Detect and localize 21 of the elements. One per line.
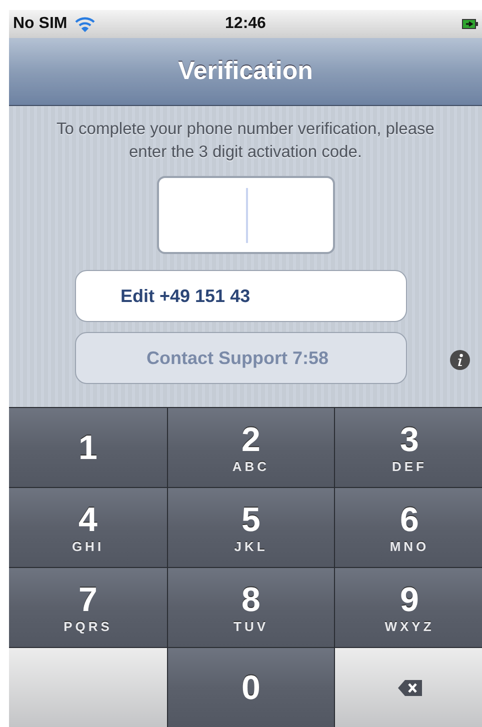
keypad-key[interactable]: 4 GHI <box>9 488 167 567</box>
keypad-key[interactable]: 9 WXYZ <box>335 568 482 647</box>
wifi-icon <box>75 16 96 32</box>
screen-title: Verification <box>178 57 313 86</box>
keypad-key[interactable]: 6 MNO <box>335 488 482 567</box>
clock-time: 12:46 <box>224 15 267 33</box>
instruction-text: To complete your phone number verification, please enter the 3 digit activation code. <box>56 119 436 163</box>
keypad-key[interactable]: 8 TUV <box>168 568 334 647</box>
keypad-key[interactable]: 2 ABC <box>168 408 334 487</box>
carrier-label: No SIM <box>13 15 68 33</box>
info-icon[interactable] <box>450 350 470 370</box>
keypad-key[interactable]: 0 <box>168 648 334 727</box>
delete-key[interactable] <box>335 648 482 727</box>
keypad-key[interactable]: 5 JKL <box>168 488 334 567</box>
keypad-key[interactable]: 7 PQRS <box>9 568 167 647</box>
keypad-key[interactable]: 1 <box>9 408 167 487</box>
backspace-icon <box>396 678 422 696</box>
edit-number-button[interactable]: Edit +49 151 43 <box>74 270 406 322</box>
battery-icon <box>462 19 478 29</box>
code-input-field[interactable] <box>156 176 334 254</box>
keypad-key[interactable]: 3 DEF <box>335 408 482 487</box>
